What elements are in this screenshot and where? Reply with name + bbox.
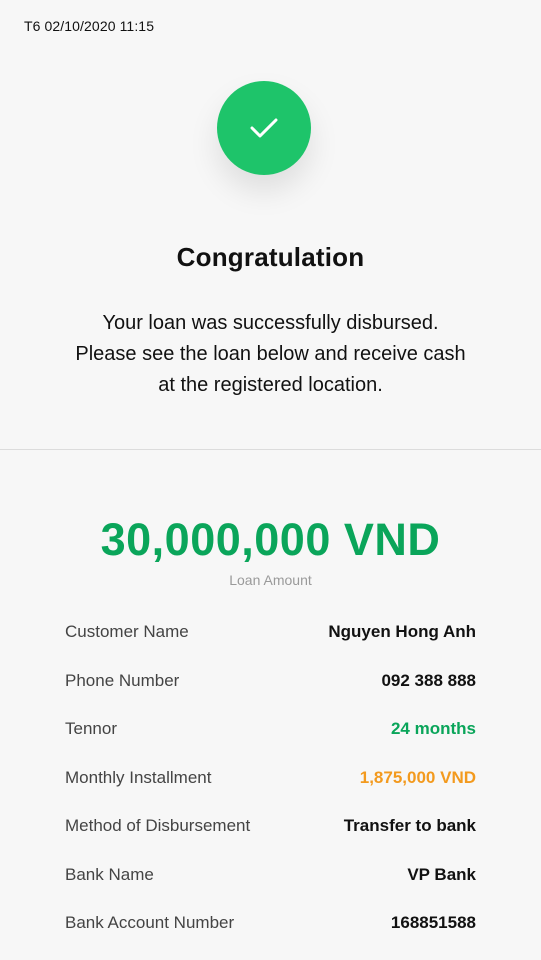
detail-row-bank-account-number: Bank Account Number 168851588 [65,899,476,948]
detail-row-tenor: Tennor 24 months [65,705,476,754]
detail-label: Method of Disbursement [65,816,251,836]
loan-details-list: Customer Name Nguyen Hong Anh Phone Numb… [65,608,476,948]
detail-label: Tennor [65,719,117,739]
detail-value: 1,875,000 VND [359,767,476,787]
detail-value: 092 388 888 [381,670,476,690]
detail-label: Phone Number [65,670,180,690]
detail-value: Nguyen Hong Anh [328,622,476,642]
detail-label: Monthly Installment [65,767,212,787]
success-badge [217,81,311,175]
success-message: Your loan was successfully disbursed. Pl… [40,308,501,401]
detail-value: Transfer to bank [343,816,476,836]
status-bar-datetime: T6 02/10/2020 11:15 [24,18,155,34]
detail-row-monthly-installment: Monthly Installment 1,875,000 VND [65,754,476,803]
detail-row-disbursement-method: Method of Disbursement Transfer to bank [65,802,476,851]
detail-label: Bank Account Number [65,913,235,933]
detail-value: VP Bank [407,864,476,884]
detail-label: Customer Name [65,622,189,642]
success-message-line: Your loan was successfully disbursed. [102,312,439,334]
loan-amount-caption: Loan Amount [229,572,312,588]
page-title: Congratulation [176,242,365,272]
loan-amount: 30,000,000 VND [100,514,441,565]
detail-row-phone-number: Phone Number 092 388 888 [65,657,476,706]
success-section: T6 02/10/2020 11:15 Congratulation Your … [0,0,541,450]
detail-value: 168851588 [390,913,476,933]
detail-value: 24 months [390,719,476,739]
detail-row-customer-name: Customer Name Nguyen Hong Anh [65,608,476,657]
check-icon [249,117,279,139]
detail-label: Bank Name [65,864,154,884]
detail-row-bank-name: Bank Name VP Bank [65,851,476,900]
loan-success-screen: T6 02/10/2020 11:15 Congratulation Your … [0,0,541,960]
success-message-line: at the registered location. [158,374,383,396]
success-message-line: Please see the loan below and receive ca… [75,343,466,365]
section-divider [0,449,541,450]
